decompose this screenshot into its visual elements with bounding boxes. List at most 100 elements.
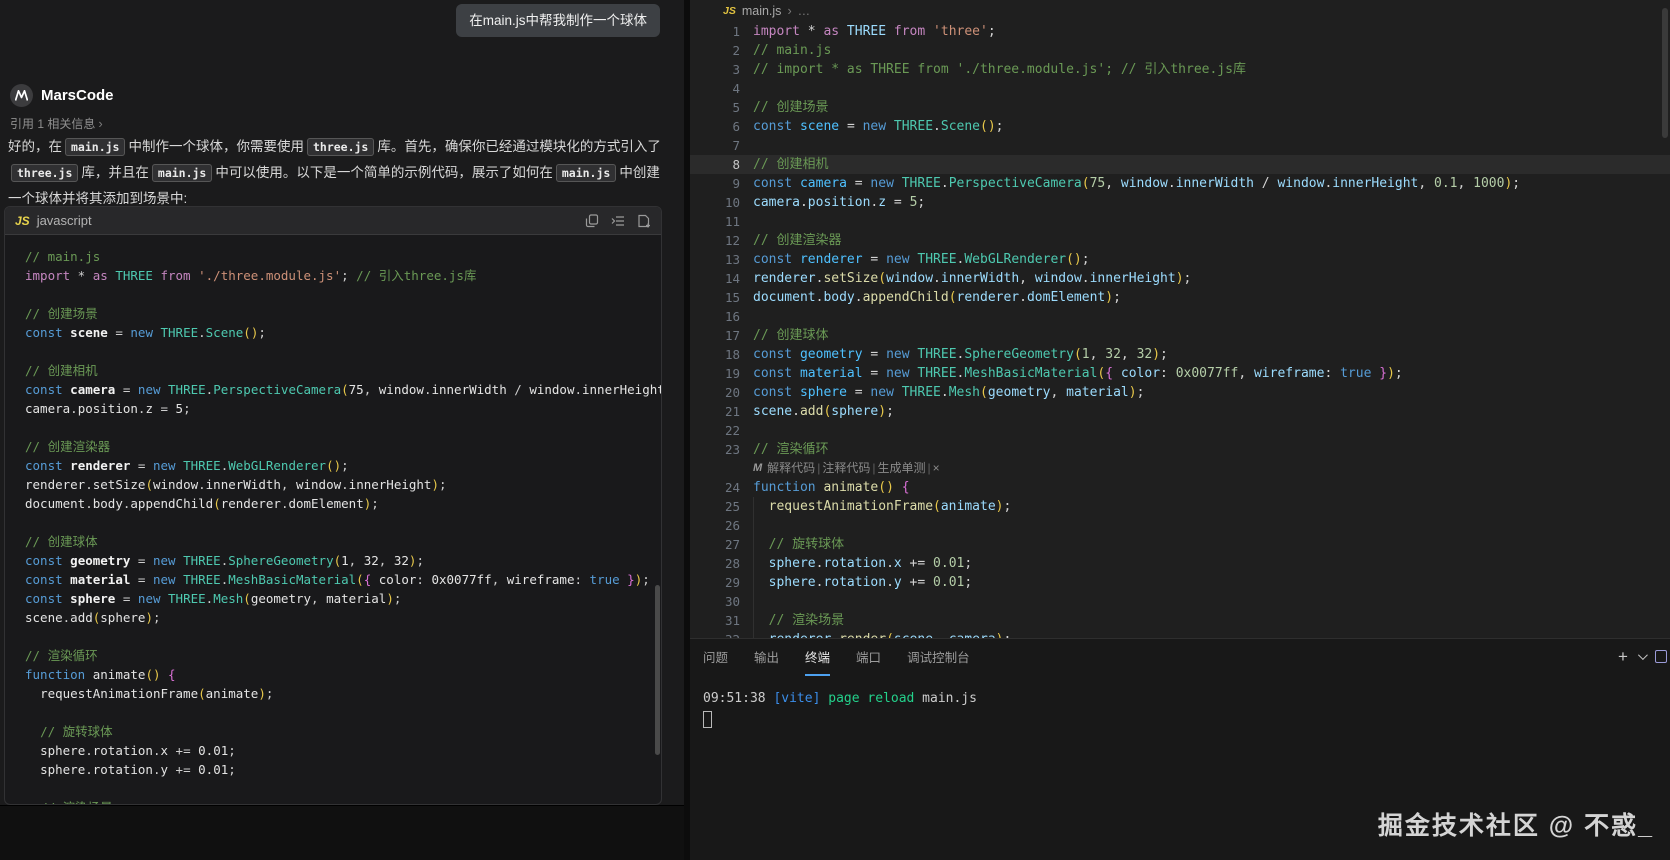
- panel-tab[interactable]: 输出: [754, 647, 779, 676]
- chat-bottom-strip: [0, 805, 684, 860]
- panel-tab[interactable]: 问题: [703, 647, 728, 676]
- line-number: 11: [724, 214, 740, 229]
- editor-line: 11: [690, 212, 1670, 231]
- editor-scrollbar[interactable]: [1662, 8, 1668, 138]
- code-line: sphere.rotation.x += 0.01;: [40, 743, 236, 758]
- line-number: 22: [724, 423, 740, 438]
- code-line: // main.js: [25, 249, 101, 264]
- breadcrumb-file[interactable]: main.js: [742, 4, 782, 18]
- marscode-logo-icon: [10, 84, 33, 107]
- editor-line: 30: [690, 592, 1670, 611]
- line-number: 1: [732, 24, 740, 39]
- editor-line: 22: [690, 421, 1670, 440]
- editor-line: 1 import * as THREE from 'three';: [690, 22, 1670, 41]
- line-number: 24: [724, 480, 740, 495]
- split-terminal-icon[interactable]: [1654, 649, 1667, 663]
- code-line: const material = new THREE.MeshBasicMate…: [25, 572, 650, 587]
- codelens-close-icon[interactable]: ×: [933, 459, 940, 478]
- indent-guide: [753, 497, 754, 638]
- citation-link[interactable]: 引用 1 相关信息 ›: [10, 115, 103, 132]
- codelens-action[interactable]: 注释代码: [822, 459, 870, 478]
- code-line: requestAnimationFrame(animate);: [40, 686, 274, 701]
- code-line: document.body.appendChild(renderer.domEl…: [25, 496, 379, 511]
- code-line: const scene = new THREE.Scene();: [25, 325, 266, 340]
- editor-line: 23// 渲染循环: [690, 440, 1670, 459]
- line-number: 23: [724, 442, 740, 457]
- editor-line: 2// main.js: [690, 41, 1670, 60]
- insert-new-file-icon[interactable]: [637, 214, 651, 228]
- line-number: 6: [732, 119, 740, 134]
- editor-line: 28 sphere.rotation.x += 0.01;: [690, 554, 1670, 573]
- copy-icon[interactable]: [585, 213, 599, 228]
- editor-lines: 1 import * as THREE from 'three'; 2// main…: [690, 22, 1670, 638]
- breadcrumb[interactable]: JS main.js › …: [690, 0, 1670, 22]
- editor-line: 17// 创建球体: [690, 326, 1670, 345]
- line-number: 3: [732, 62, 740, 77]
- editor-line: 12// 创建渲染器: [690, 231, 1670, 250]
- line-number: 13: [724, 252, 740, 267]
- line-number: 2: [732, 43, 740, 58]
- line-number: 14: [724, 271, 740, 286]
- chevron-down-icon[interactable]: [1637, 649, 1648, 660]
- assistant-header: MarsCode: [10, 84, 114, 107]
- paragraph-text: 库。首先，确保你已经通过模块化的方式引入了: [377, 139, 661, 154]
- editor-line: 27 // 旋转球体: [690, 535, 1670, 554]
- editor-line: 29 sphere.rotation.y += 0.01;: [690, 573, 1670, 592]
- chevron-right-icon: ›: [98, 116, 103, 131]
- code-block-header: JS javascript: [5, 207, 661, 235]
- inline-code-chip: three.js: [11, 164, 79, 182]
- paragraph-text: 中可以使用。以下是一个简单的示例代码，展示了如何在: [215, 165, 553, 180]
- line-number: 15: [724, 290, 740, 305]
- code-line: // 创建球体: [25, 534, 98, 549]
- code-line: function animate() {: [25, 667, 176, 682]
- panel-tab[interactable]: 终端: [805, 647, 831, 676]
- line-number: 18: [724, 347, 740, 362]
- line-number: 32: [690, 630, 740, 638]
- code-line: // 创建场景: [25, 306, 98, 321]
- editor-line: 4: [690, 79, 1670, 98]
- editor-line: 19 const material = new THREE.MeshBasicMa…: [690, 364, 1670, 383]
- chevron-right-icon: ›: [787, 4, 792, 18]
- terminal-cursor: [703, 711, 712, 728]
- new-terminal-button[interactable]: +: [1618, 648, 1628, 665]
- line-number: 7: [732, 138, 740, 153]
- chat-code-block: JS javascript // main.js import * as THRE…: [4, 206, 662, 805]
- line-number: 19: [724, 366, 740, 381]
- inline-code-chip: main.js: [555, 164, 617, 182]
- editor-line: 3// import * as THREE from './three.modu…: [690, 60, 1670, 79]
- line-number: 26: [724, 518, 740, 533]
- panel-tabs: 问题 输出 终端 端口 调试控制台: [703, 647, 970, 676]
- breadcrumb-more[interactable]: …: [798, 4, 811, 18]
- insert-code-icon[interactable]: [611, 214, 625, 228]
- panel-tab[interactable]: 调试控制台: [907, 647, 970, 676]
- code-line: const camera = new THREE.PerspectiveCame…: [25, 382, 662, 397]
- line-number: 30: [724, 594, 740, 609]
- code-line: // 创建渲染器: [25, 439, 111, 454]
- editor-line: 10 camera.position.z = 5;: [690, 193, 1670, 212]
- editor-line: 16: [690, 307, 1670, 326]
- line-number: 17: [724, 328, 740, 343]
- codelens-action[interactable]: 生成单测: [877, 459, 925, 478]
- editor-line: 14 renderer.setSize(window.innerWidth, wi…: [690, 269, 1670, 288]
- line-number: 25: [724, 499, 740, 514]
- code-line: camera.position.z = 5;: [25, 401, 191, 416]
- line-number: 10: [724, 195, 740, 210]
- codelens-action[interactable]: 解释代码: [767, 459, 815, 478]
- watermark: 掘金技术社区 @ 不惑_: [1377, 812, 1654, 840]
- code-editor[interactable]: JS main.js › … 1 import * as THREE from '…: [690, 0, 1670, 638]
- code-line: sphere.rotation.y += 0.01;: [40, 762, 236, 777]
- chat-scrollbar[interactable]: [655, 585, 660, 755]
- user-message-bubble: 在main.js中帮我制作一个球体: [456, 4, 660, 37]
- code-line: // 渲染循环: [25, 648, 98, 663]
- editor-line: 18 const geometry = new THREE.SphereGeome…: [690, 345, 1670, 364]
- line-number: 31: [724, 613, 740, 628]
- code-line: const sphere = new THREE.Mesh(geometry, …: [25, 591, 402, 606]
- panel-tab[interactable]: 端口: [856, 647, 881, 676]
- assistant-name: MarsCode: [41, 87, 114, 104]
- editor-line: 31 // 渲染场景: [690, 611, 1670, 630]
- code-line: import * as THREE from './three.module.j…: [25, 268, 477, 283]
- line-number: 8: [732, 157, 740, 172]
